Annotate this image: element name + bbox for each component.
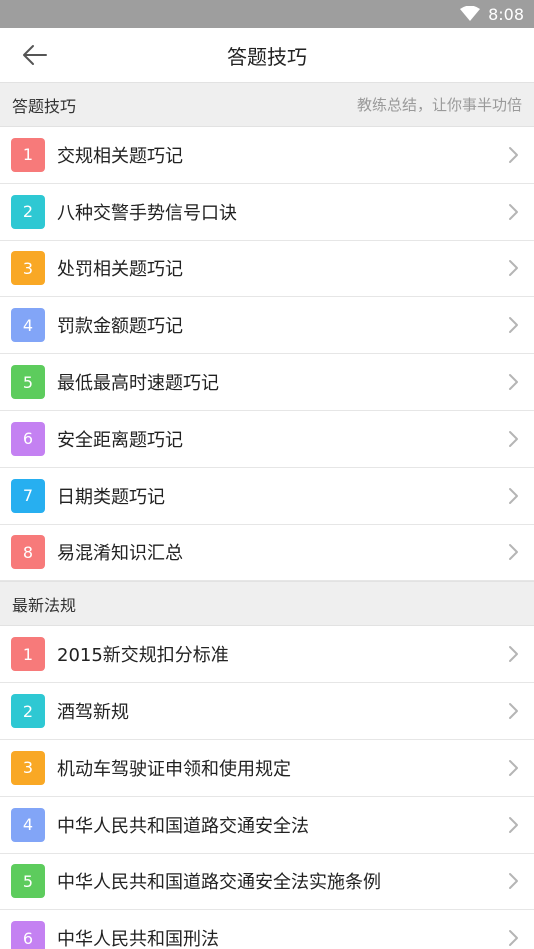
chevron-right-icon (509, 146, 518, 163)
section-subtitle: 教练总结，让你事半功倍 (356, 96, 522, 114)
chevron-container (494, 354, 534, 410)
chevron-right-icon (509, 317, 518, 334)
number-badge: 3 (11, 251, 45, 286)
list-item[interactable]: 4 罚款金额题巧记 (0, 297, 534, 355)
list-item-label: 日期类题巧记 (57, 486, 165, 508)
chevron-right-icon (509, 759, 518, 776)
list-item[interactable]: 1 交规相关题巧记 (0, 127, 534, 184)
chevron-right-icon (509, 646, 518, 663)
back-arrow-icon (23, 45, 47, 65)
number-badge: 5 (11, 365, 45, 400)
list-item-label: 交规相关题巧记 (57, 145, 183, 167)
section-header: 答题技巧 教练总结，让你事半功倍 (0, 82, 534, 127)
list-item[interactable]: 2 酒驾新规 (0, 683, 534, 740)
list-item-label: 机动车驾驶证申领和使用规定 (57, 758, 291, 780)
wifi-icon (460, 6, 481, 21)
chevron-container (494, 241, 534, 297)
list-item-label: 中华人民共和国道路交通安全法 (57, 815, 309, 837)
number-badge: 5 (11, 864, 45, 899)
list-item[interactable]: 7 日期类题巧记 (0, 467, 534, 525)
chevron-right-icon (509, 703, 518, 720)
chevron-container (494, 297, 534, 353)
chevron-right-icon (509, 544, 518, 561)
chevron-right-icon (509, 430, 518, 447)
section-title: 最新法规 (12, 595, 77, 615)
chevron-container (494, 740, 534, 796)
list-item-label: 中华人民共和国刑法 (57, 929, 219, 949)
chevron-container (494, 626, 534, 682)
content-list: 答题技巧 教练总结，让你事半功倍 1 交规相关题巧记 2 八种交警手势信号口诀 3 处罚相关题… (0, 82, 534, 949)
chevron-right-icon (509, 203, 518, 220)
list-item-label: 处罚相关题巧记 (57, 259, 183, 281)
status-time: 8:08 (488, 4, 524, 24)
chevron-container (494, 127, 534, 183)
chevron-right-icon (509, 816, 518, 833)
list-item[interactable]: 3 处罚相关题巧记 (0, 240, 534, 298)
chevron-container (494, 797, 534, 853)
chevron-right-icon (509, 260, 518, 277)
list-item[interactable]: 5 中华人民共和国道路交通安全法实施条例 (0, 853, 534, 911)
chevron-right-icon (509, 487, 518, 504)
list-item-label: 最低最高时速题巧记 (57, 373, 219, 395)
chevron-container (494, 910, 534, 949)
page-title: 答题技巧 (227, 44, 307, 69)
list-item-label: 酒驾新规 (57, 702, 129, 724)
chevron-right-icon (509, 873, 518, 890)
list-item[interactable]: 4 中华人民共和国道路交通安全法 (0, 796, 534, 854)
number-badge: 2 (11, 694, 45, 729)
section-title: 答题技巧 (12, 96, 77, 116)
chevron-container (494, 683, 534, 739)
list-item[interactable]: 3 机动车驾驶证申领和使用规定 (0, 739, 534, 797)
number-badge: 7 (11, 478, 45, 513)
list-item[interactable]: 6 中华人民共和国刑法 (0, 910, 534, 949)
chevron-container (494, 854, 534, 910)
list-item[interactable]: 8 易混淆知识汇总 (0, 524, 534, 582)
number-badge: 2 (11, 194, 45, 229)
chevron-container (494, 525, 534, 581)
list-item-label: 安全距离题巧记 (57, 429, 183, 451)
number-badge: 8 (11, 535, 45, 570)
list-item-label: 2015新交规扣分标准 (57, 645, 229, 667)
back-button[interactable] (0, 28, 70, 82)
number-badge: 6 (11, 421, 45, 456)
section-header: 最新法规 (0, 581, 534, 627)
number-badge: 4 (11, 807, 45, 842)
chevron-right-icon (509, 374, 518, 391)
number-badge: 3 (11, 750, 45, 785)
number-badge: 6 (11, 921, 45, 949)
list-item-label: 罚款金额题巧记 (57, 316, 183, 338)
list-item[interactable]: 1 2015新交规扣分标准 (0, 626, 534, 684)
number-badge: 4 (11, 308, 45, 343)
chevron-container (494, 468, 534, 524)
chevron-container (494, 411, 534, 467)
list-item[interactable]: 5 最低最高时速题巧记 (0, 354, 534, 411)
app-bar: 答题技巧 (0, 28, 534, 82)
list-item[interactable]: 6 安全距离题巧记 (0, 410, 534, 468)
list-item-label: 八种交警手势信号口诀 (57, 202, 237, 224)
status-bar: 8:08 (0, 0, 534, 28)
list-item-label: 易混淆知识汇总 (57, 543, 183, 565)
chevron-container (494, 184, 534, 240)
chevron-right-icon (509, 930, 518, 947)
list-item[interactable]: 2 八种交警手势信号口诀 (0, 183, 534, 241)
number-badge: 1 (11, 137, 45, 172)
number-badge: 1 (11, 637, 45, 672)
list-item-label: 中华人民共和国道路交通安全法实施条例 (57, 872, 381, 894)
